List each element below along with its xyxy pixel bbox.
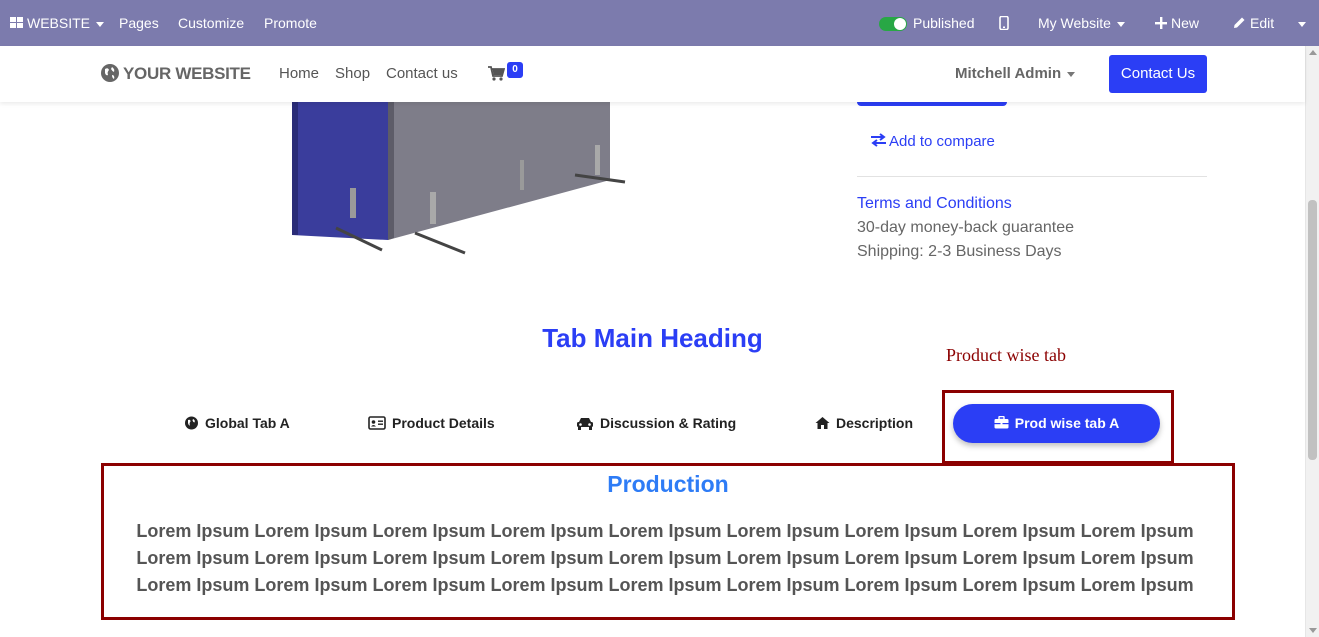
new-label: New	[1171, 15, 1200, 31]
pages-menu[interactable]: Pages	[119, 0, 159, 46]
home-icon	[815, 417, 830, 429]
tab-label: Discussion & Rating	[600, 415, 737, 431]
tab-content-title: Production	[607, 471, 729, 497]
car-icon	[577, 418, 593, 430]
nav-shop[interactable]: Shop	[335, 64, 370, 84]
website-switcher[interactable]: My Website	[1038, 0, 1125, 46]
user-menu[interactable]: Mitchell Admin	[955, 64, 1076, 84]
more-menu-button[interactable]	[1298, 0, 1306, 46]
mobile-icon	[999, 15, 1009, 31]
tab-product-details[interactable]: Product Details	[368, 413, 495, 433]
website-navbar: YOUR WEBSITE Home Shop Contact us 0 Mitc…	[0, 46, 1305, 102]
edit-label: Edit	[1250, 15, 1275, 31]
scrollbar-thumb[interactable]	[1308, 200, 1317, 460]
terms-link[interactable]: Terms and Conditions	[857, 194, 1012, 214]
cart-count-badge: 0	[507, 62, 523, 78]
shipping-text: Shipping: 2-3 Business Days	[857, 243, 1062, 260]
page-scrollbar[interactable]	[1305, 46, 1319, 637]
new-button[interactable]: New	[1155, 0, 1199, 46]
chevron-down-icon	[1116, 21, 1125, 27]
divider	[857, 176, 1207, 177]
published-label: Published	[913, 15, 975, 31]
toggle-switch-icon	[879, 17, 907, 32]
website-switcher-label: My Website	[1038, 15, 1111, 31]
chevron-down-icon	[1298, 21, 1306, 27]
annotation-box-tab	[942, 390, 1174, 464]
exchange-icon	[871, 133, 886, 147]
product-image	[292, 100, 626, 255]
nav-contact-us[interactable]: Contact us	[386, 64, 458, 84]
brand-logo[interactable]: YOUR WEBSITE	[100, 62, 251, 86]
chevron-down-icon	[96, 21, 105, 27]
tab-content-body: Lorem Ipsum Lorem Ipsum Lorem Ipsum Lore…	[136, 521, 1194, 595]
scroll-up-icon[interactable]	[1309, 50, 1317, 55]
user-name: Mitchell Admin	[955, 65, 1062, 82]
customize-menu[interactable]: Customize	[178, 0, 244, 46]
id-card-icon	[368, 416, 386, 430]
brand-text: YOUR WEBSITE	[123, 64, 251, 83]
mobile-preview-button[interactable]	[999, 0, 1009, 46]
plus-icon	[1155, 17, 1167, 29]
apps-icon	[10, 17, 23, 28]
scroll-down-icon[interactable]	[1309, 628, 1317, 633]
chevron-down-icon	[1067, 71, 1076, 77]
contact-us-button[interactable]: Contact Us	[1109, 55, 1207, 93]
globe-icon	[101, 64, 119, 82]
add-to-compare-label: Add to compare	[889, 133, 995, 150]
admin-bar: WEBSITE Pages Customize Promote Publishe…	[0, 0, 1319, 46]
website-menu-label: WEBSITE	[27, 15, 91, 31]
globe-tab-icon	[185, 416, 198, 430]
website-menu[interactable]: WEBSITE	[10, 0, 105, 46]
tab-label: Product Details	[392, 415, 495, 431]
tab-label: Global Tab A	[205, 415, 290, 431]
tab-global-tab-a[interactable]: Global Tab A	[184, 413, 290, 433]
tab-description[interactable]: Description	[815, 413, 913, 433]
tab-main-heading: Tab Main Heading	[0, 322, 1305, 354]
guarantee-text: 30-day money-back guarantee	[857, 219, 1075, 236]
annotation-label: Product wise tab	[946, 345, 1066, 365]
cart-button[interactable]	[488, 66, 506, 87]
tab-main-heading-text: Tab Main Heading	[542, 323, 763, 353]
edit-button[interactable]: Edit	[1233, 0, 1274, 46]
pencil-icon	[1234, 17, 1245, 28]
nav-home[interactable]: Home	[279, 64, 319, 84]
tab-discussion-rating[interactable]: Discussion & Rating	[576, 413, 736, 433]
add-to-compare-link[interactable]: Add to compare	[870, 132, 995, 152]
cart-icon	[488, 66, 506, 81]
promote-menu[interactable]: Promote	[264, 0, 317, 46]
tab-label: Description	[836, 415, 914, 431]
published-toggle[interactable]: Published	[879, 0, 975, 46]
